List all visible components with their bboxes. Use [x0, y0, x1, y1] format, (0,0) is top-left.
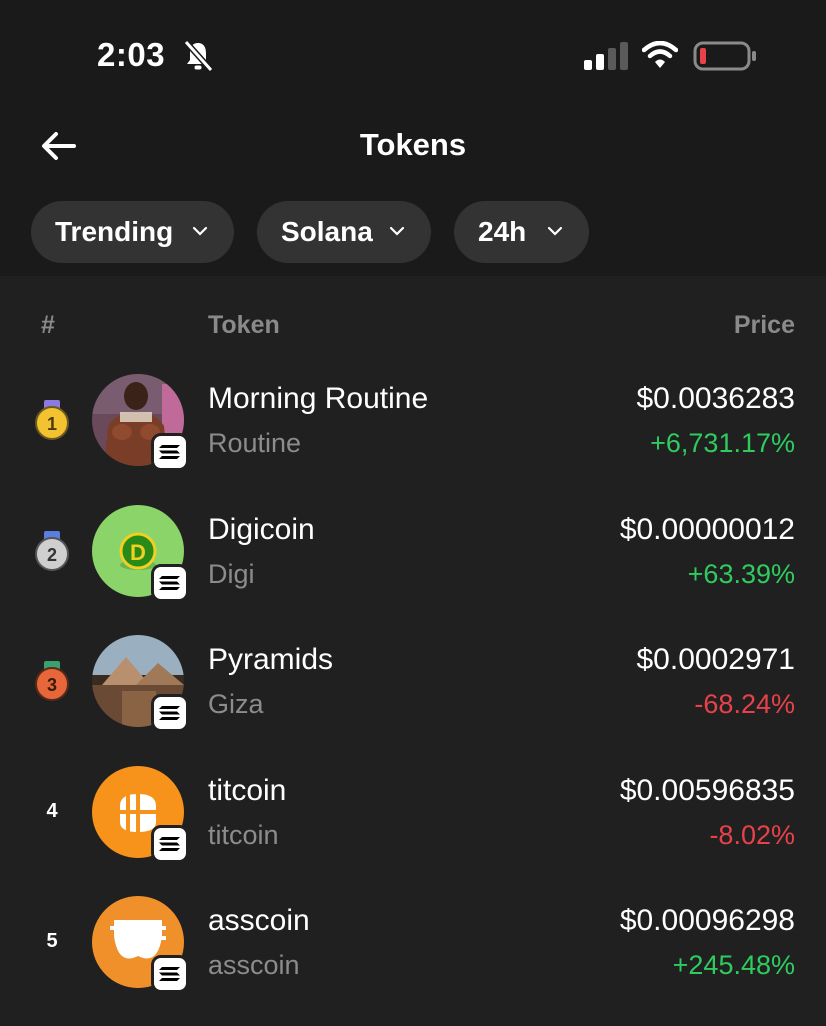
token-symbol: Giza — [208, 689, 264, 719]
page-title: Tokens — [359, 127, 467, 162]
status-time: 2:03 — [97, 36, 166, 73]
token-symbol: asscoin — [208, 950, 300, 980]
top-bar: 2:03 Tokens Trending Solana 24h — [0, 0, 826, 276]
token-change: +63.39% — [687, 559, 795, 589]
chevron-down-icon — [547, 226, 563, 236]
solana-badge-icon — [151, 433, 189, 471]
token-row[interactable]: 1 Morning Routine Routine $0.0036283 +6,… — [0, 374, 826, 504]
filter-timeframe[interactable]: 24h — [454, 201, 589, 263]
bell-muted-icon — [183, 40, 213, 72]
token-row[interactable]: 5 asscoin asscoin $0.00096298 +245.48% — [0, 896, 826, 1026]
token-change: +6,731.17% — [650, 428, 795, 458]
token-row[interactable]: 2 D Digicoin Digi $0.00000012 +63.39% — [0, 505, 826, 635]
rank-number: 4 — [46, 800, 58, 822]
token-price: $0.00096298 — [619, 904, 795, 937]
wifi-icon — [642, 41, 678, 68]
token-price: $0.0002971 — [636, 643, 796, 676]
token-change: +245.48% — [672, 950, 795, 980]
token-symbol: Routine — [208, 428, 302, 458]
column-header-token: Token — [208, 311, 280, 339]
gold-medal-icon: 1 — [35, 400, 69, 440]
chevron-down-icon — [192, 226, 208, 236]
token-row[interactable]: 4 titcoin titcoin $0.00596835 -8.02% — [0, 766, 826, 896]
token-name: asscoin — [208, 904, 310, 937]
solana-badge-icon — [151, 825, 189, 863]
filter-trending[interactable]: Trending — [31, 201, 234, 263]
svg-text:3: 3 — [47, 675, 57, 695]
token-price: $0.00596835 — [619, 774, 795, 807]
filter-label: 24h — [478, 216, 527, 247]
token-change: -68.24% — [694, 689, 795, 719]
bronze-medal-icon: 3 — [35, 661, 69, 701]
token-price: $0.0036283 — [636, 382, 796, 415]
token-change: -8.02% — [709, 820, 795, 850]
column-header-rank: # — [41, 311, 55, 339]
column-header-price[interactable]: Price — [734, 311, 795, 340]
token-symbol: titcoin — [208, 820, 279, 850]
solana-badge-icon — [151, 955, 189, 993]
chevron-down-icon — [389, 226, 405, 236]
svg-text:2: 2 — [47, 545, 57, 565]
token-name: Digicoin — [208, 513, 315, 546]
svg-text:D: D — [130, 540, 146, 565]
token-row[interactable]: 3 Pyramids Giza $0.0002971 -68.24% — [0, 635, 826, 765]
filter-label: Solana — [281, 216, 373, 247]
token-name: Pyramids — [208, 643, 334, 676]
filter-label: Trending — [55, 216, 174, 247]
token-name: Morning Routine — [208, 382, 429, 415]
solana-badge-icon — [151, 694, 189, 732]
filter-chain[interactable]: Solana — [257, 201, 431, 263]
cellular-signal-icon — [584, 42, 628, 70]
solana-badge-icon — [151, 564, 189, 602]
rank-number: 5 — [46, 930, 58, 952]
svg-text:1: 1 — [47, 414, 57, 434]
token-name: titcoin — [208, 774, 287, 807]
battery-low-icon — [693, 41, 756, 71]
silver-medal-icon: 2 — [35, 531, 69, 571]
token-symbol: Digi — [208, 559, 255, 589]
token-price: $0.00000012 — [619, 513, 795, 546]
